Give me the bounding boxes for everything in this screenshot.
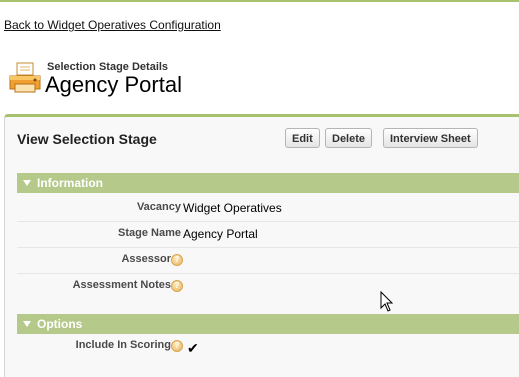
information-section-header[interactable]: Information (17, 173, 519, 193)
stage-name-value: Agency Portal (183, 227, 258, 241)
field-row-stage-name: Stage Name Agency Portal (17, 221, 519, 248)
collapse-triangle-icon (23, 180, 31, 186)
include-in-scoring-label: Include In Scoring (75, 339, 171, 351)
checkmark-icon: ✔ (187, 340, 199, 356)
help-icon[interactable]: ? (171, 254, 183, 266)
information-section-title: Information (37, 176, 103, 190)
vacancy-value: Widget Operatives (183, 201, 282, 215)
delete-button[interactable]: Delete (325, 128, 373, 148)
printer-icon (9, 62, 41, 93)
vacancy-label: Vacancy (136, 201, 181, 213)
mouse-pointer-icon (380, 291, 394, 312)
assessor-label: Assessor (121, 253, 171, 265)
interview-sheet-button[interactable]: Interview Sheet (383, 128, 478, 148)
help-icon[interactable]: ? (171, 340, 183, 352)
stage-name-label: Stage Name (118, 227, 181, 239)
help-icon[interactable]: ? (171, 280, 183, 292)
assessment-notes-label: Assessment Notes (72, 279, 171, 291)
field-row-include-in-scoring: Include In Scoring ? ✔ (17, 337, 519, 363)
options-section-title: Options (37, 317, 83, 331)
edit-button[interactable]: Edit (285, 128, 320, 148)
field-row-assessor: Assessor ? (17, 247, 519, 274)
detail-panel: View Selection Stage Edit Delete Intervi… (4, 114, 519, 377)
page-title: Agency Portal (45, 72, 182, 97)
field-row-vacancy: Vacancy Widget Operatives (17, 195, 519, 222)
collapse-triangle-icon (23, 321, 31, 327)
back-to-configuration-link[interactable]: Back to Widget Operatives Configuration (4, 18, 221, 32)
field-row-assessment-notes: Assessment Notes ? (17, 273, 519, 303)
panel-title: View Selection Stage (17, 131, 157, 147)
top-accent-line (0, 0, 519, 2)
options-section-header[interactable]: Options (17, 314, 519, 334)
